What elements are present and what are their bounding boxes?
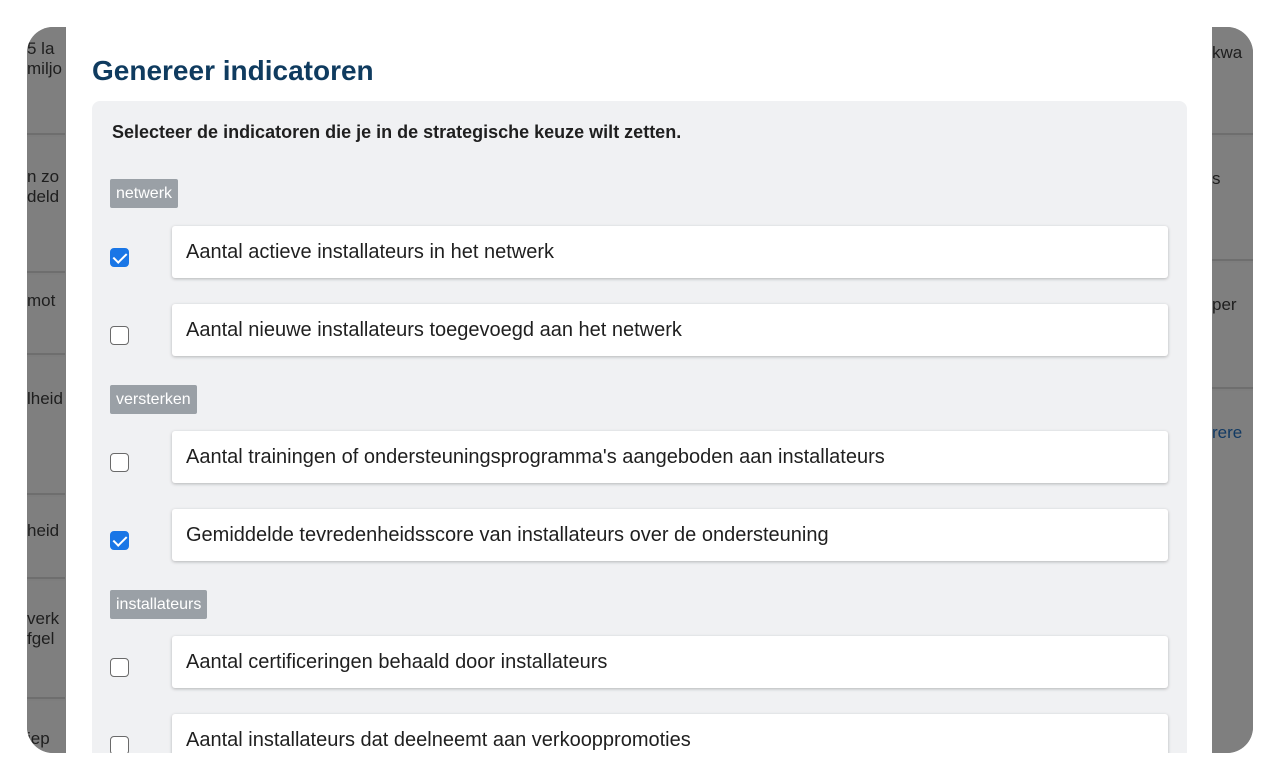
indicator-row: Aantal actieve installateurs in het netw… (92, 226, 1187, 278)
indicator-panel: Selecteer de indicatoren die je in de st… (92, 101, 1187, 753)
indicator-label[interactable]: Aantal actieve installateurs in het netw… (172, 226, 1168, 278)
modal-title: Genereer indicatoren (92, 55, 374, 86)
background-cell: s (1212, 137, 1253, 261)
indicator-checkbox[interactable] (110, 736, 129, 753)
background-cell: iep (27, 701, 65, 753)
background-cell: 5 la miljo (27, 27, 65, 135)
indicator-checkbox[interactable] (110, 248, 129, 267)
generate-indicators-modal: Genereer indicatoren Selecteer de indica… (66, 27, 1212, 753)
background-cell: n zo deld (27, 137, 65, 273)
indicator-row: Aantal trainingen of ondersteuningsprogr… (92, 431, 1187, 483)
indicator-label[interactable]: Aantal installateurs dat deelneemt aan v… (172, 714, 1168, 753)
indicator-checkbox[interactable] (110, 531, 129, 550)
indicator-checkbox[interactable] (110, 658, 129, 677)
group-tag-netwerk: netwerk (110, 179, 179, 208)
close-icon[interactable] (1146, 27, 1176, 33)
background-cell: lheid (27, 357, 65, 495)
background-cell: kwa (1212, 27, 1253, 135)
indicator-checkbox[interactable] (110, 453, 129, 472)
indicator-checkbox[interactable] (110, 326, 129, 345)
indicator-row: Aantal installateurs dat deelneemt aan v… (92, 714, 1187, 753)
instruction-text: Selecteer de indicatoren die je in de st… (112, 122, 682, 142)
background-cell: verk fgel (27, 581, 65, 699)
indicator-label[interactable]: Aantal trainingen of ondersteuningsprogr… (172, 431, 1168, 483)
indicator-label[interactable]: Aantal certificeringen behaald door inst… (172, 636, 1168, 688)
indicator-label[interactable]: Aantal nieuwe installateurs toegevoegd a… (172, 304, 1168, 356)
indicator-row: Aantal nieuwe installateurs toegevoegd a… (92, 304, 1187, 356)
background-cell: heid (27, 497, 65, 579)
group-tag-versterken: versterken (110, 385, 197, 414)
background-cell: rere (1212, 391, 1253, 753)
indicator-row: Gemiddelde tevredenheidsscore van instal… (92, 509, 1187, 561)
indicator-label[interactable]: Gemiddelde tevredenheidsscore van instal… (172, 509, 1168, 561)
group-tag-installateurs: installateurs (110, 590, 208, 619)
background-cell: per (1212, 263, 1253, 389)
indicator-row: Aantal certificeringen behaald door inst… (92, 636, 1187, 688)
background-cell: mot (27, 275, 65, 355)
